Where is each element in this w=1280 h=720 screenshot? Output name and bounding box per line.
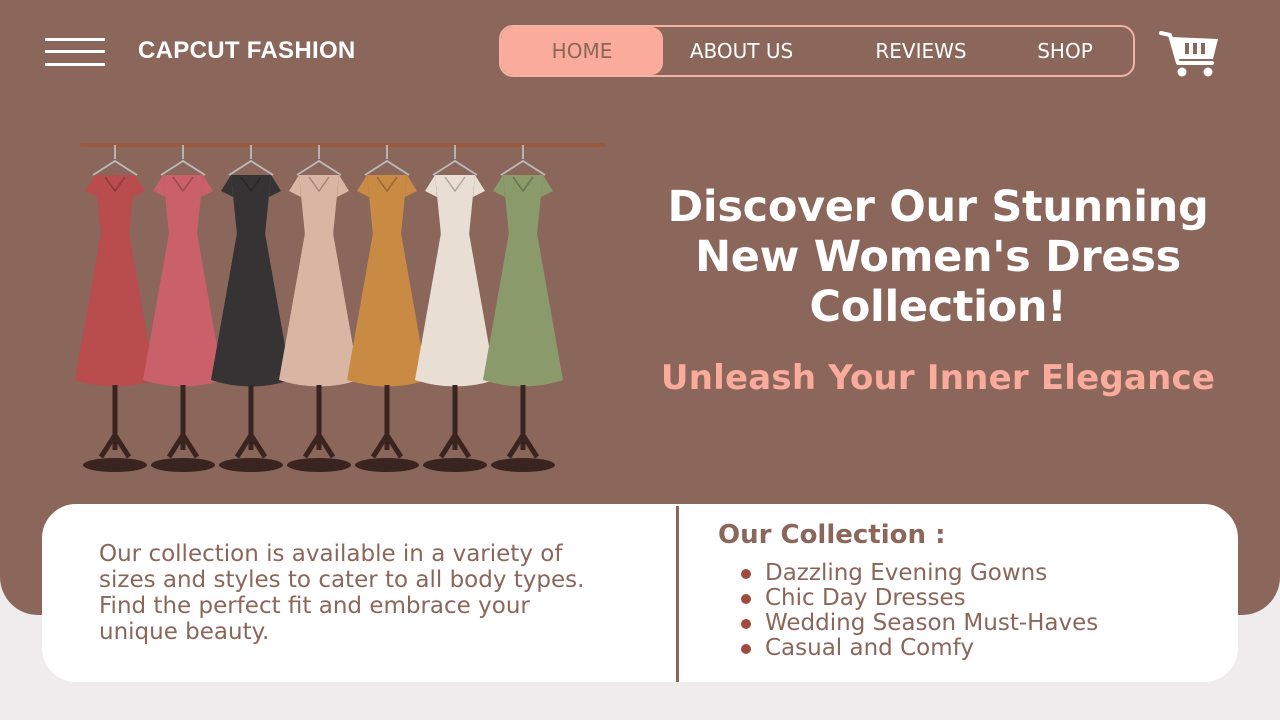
dress-figure	[279, 145, 359, 472]
description-line: unique beauty.	[99, 619, 270, 645]
collection-item: Casual and Comfy	[741, 636, 1098, 661]
nav-about-us[interactable]: ABOUT US	[663, 27, 820, 75]
dress-figure	[143, 145, 223, 472]
dress-figure	[347, 145, 427, 472]
nav-shop[interactable]: SHOP	[1013, 27, 1117, 75]
main-nav: HOME ABOUT US REVIEWS SHOP	[499, 25, 1135, 77]
nav-home[interactable]: HOME	[501, 27, 663, 75]
dress-figure	[211, 145, 291, 472]
headline-line: New Women's Dress	[695, 232, 1181, 282]
description-line: Our collection is available in a variety…	[99, 541, 563, 567]
collection-item: Wedding Season Must-Haves	[741, 611, 1098, 636]
collection-list: Dazzling Evening Gowns Chic Day Dresses …	[741, 561, 1098, 661]
nav-reviews[interactable]: REVIEWS	[853, 27, 989, 75]
collection-description: Our collection is available in a variety…	[99, 541, 659, 645]
shopping-cart-icon[interactable]	[1158, 27, 1222, 79]
headline-line: Discover Our Stunning	[667, 182, 1209, 232]
headline-line: Collection!	[809, 282, 1067, 332]
dress-figure	[415, 145, 495, 472]
collection-item: Chic Day Dresses	[741, 586, 1098, 611]
dress-figure	[75, 145, 155, 472]
collection-title: Our Collection :	[718, 520, 946, 550]
hero-tagline: Unleash Your Inner Elegance	[660, 358, 1216, 398]
card-divider	[676, 506, 679, 682]
hero-headline: Discover Our Stunning New Women's Dress …	[640, 182, 1236, 332]
collection-item: Dazzling Evening Gowns	[741, 561, 1098, 586]
brand-logo[interactable]: CAPCUT FASHION	[138, 37, 356, 65]
dress-rack-image	[75, 143, 605, 472]
dress-figure	[483, 145, 563, 472]
description-line: sizes and styles to cater to all body ty…	[99, 567, 585, 593]
hamburger-menu-icon[interactable]	[45, 38, 105, 68]
description-line: Find the perfect fit and embrace your	[99, 593, 530, 619]
